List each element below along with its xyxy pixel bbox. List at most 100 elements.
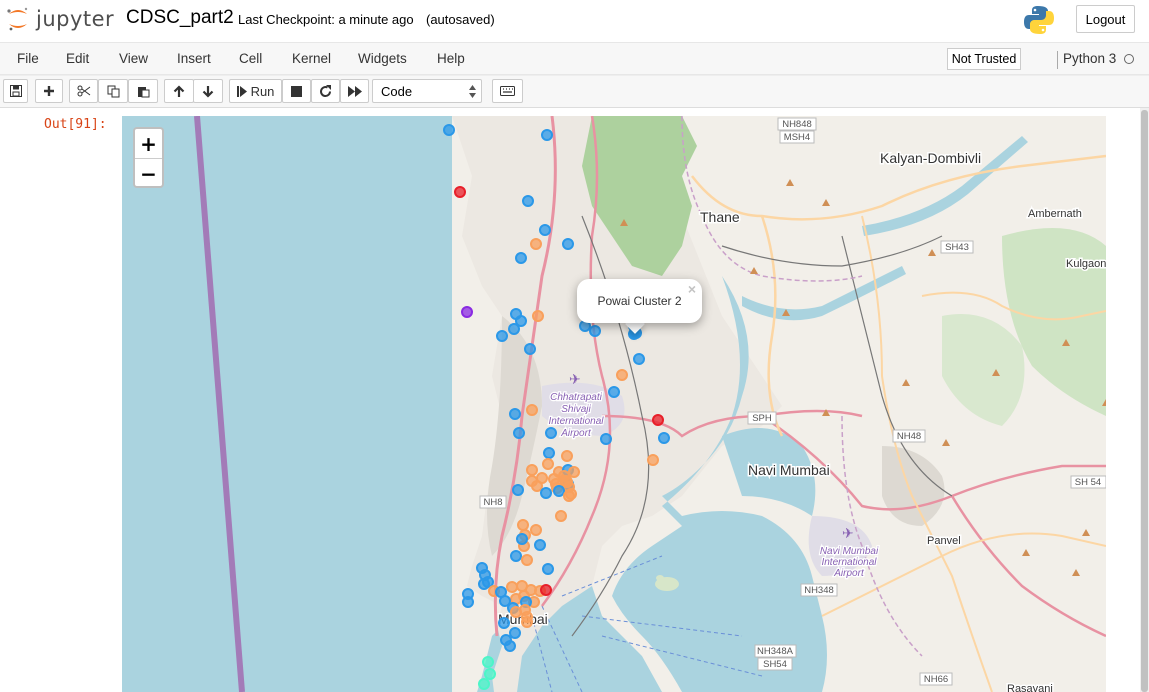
menu-widgets[interactable]: Widgets (358, 51, 407, 66)
notebook-name[interactable]: CDSC_part2 (126, 7, 234, 29)
command-palette-button[interactable] (492, 79, 523, 103)
cluster-marker[interactable] (478, 678, 490, 690)
menu-cell[interactable]: Cell (239, 51, 262, 66)
cluster-marker[interactable] (531, 480, 543, 492)
restart-icon (320, 84, 332, 97)
cluster-marker[interactable] (510, 550, 522, 562)
cluster-marker[interactable] (561, 450, 573, 462)
arrow-up-icon (173, 84, 185, 97)
cluster-marker[interactable] (515, 252, 527, 264)
cluster-marker[interactable] (600, 433, 612, 445)
cut-button[interactable] (69, 79, 98, 103)
kernel-separator (1057, 51, 1058, 69)
cluster-marker[interactable] (508, 323, 520, 335)
keyboard-icon (500, 86, 515, 96)
restart-run-all-button[interactable] (340, 79, 369, 103)
select-arrows-icon (469, 85, 476, 98)
run-button[interactable]: Run (229, 79, 282, 103)
cluster-marker[interactable] (558, 470, 570, 482)
menu-kernel[interactable]: Kernel (292, 51, 331, 66)
cluster-marker[interactable] (539, 224, 551, 236)
cluster-marker[interactable] (521, 554, 533, 566)
cluster-marker[interactable] (532, 310, 544, 322)
cluster-marker[interactable] (534, 539, 546, 551)
cluster-marker[interactable] (462, 588, 474, 600)
cluster-marker[interactable] (526, 404, 538, 416)
cluster-marker[interactable] (512, 484, 524, 496)
cluster-marker[interactable] (478, 578, 490, 590)
menu-help[interactable]: Help (437, 51, 465, 66)
cluster-marker[interactable] (506, 581, 518, 593)
zoom-in-button[interactable]: + (135, 129, 162, 158)
cluster-marker[interactable] (522, 195, 534, 207)
cluster-marker[interactable] (496, 330, 508, 342)
restart-button[interactable] (311, 79, 340, 103)
cluster-marker[interactable] (608, 386, 620, 398)
cluster-marker[interactable] (509, 408, 521, 420)
cluster-marker[interactable] (461, 306, 473, 318)
move-down-button[interactable] (193, 79, 223, 103)
cluster-marker[interactable] (513, 427, 525, 439)
cluster-marker[interactable] (484, 668, 496, 680)
cluster-marker[interactable] (553, 485, 565, 497)
copy-icon (107, 85, 119, 97)
cluster-marker[interactable] (509, 627, 521, 639)
menu-insert[interactable]: Insert (177, 51, 211, 66)
menubar: File Edit View Insert Cell Kernel Widget… (0, 42, 1149, 75)
cluster-marker[interactable] (530, 524, 542, 536)
cluster-marker[interactable] (517, 519, 529, 531)
cluster-marker[interactable] (443, 124, 455, 136)
cluster-marker[interactable] (652, 414, 664, 426)
zoom-out-button[interactable]: − (135, 158, 162, 186)
page-scrollbar-thumb[interactable] (1141, 110, 1148, 692)
cluster-marker[interactable] (504, 640, 516, 652)
toolbar: Run Code (0, 76, 1149, 108)
cluster-marker[interactable] (616, 369, 628, 381)
cluster-marker[interactable] (555, 510, 567, 522)
cluster-marker[interactable] (633, 353, 645, 365)
python-logo-icon (1024, 6, 1054, 34)
copy-button[interactable] (98, 79, 128, 103)
fast-forward-icon (347, 85, 362, 97)
logout-button[interactable]: Logout (1076, 5, 1135, 33)
cluster-marker[interactable] (540, 487, 552, 499)
not-trusted-button[interactable]: Not Trusted (947, 48, 1021, 70)
jupyter-logo[interactable]: jupyter (6, 6, 114, 32)
cluster-marker[interactable] (521, 616, 533, 628)
cluster-marker[interactable] (589, 325, 601, 337)
menu-file[interactable]: File (17, 51, 39, 66)
cluster-marker[interactable] (542, 458, 554, 470)
save-button[interactable] (3, 79, 28, 103)
cluster-marker[interactable] (568, 466, 580, 478)
cell-type-select[interactable]: Code (372, 79, 482, 103)
autosave-status: (autosaved) (426, 12, 495, 27)
cluster-marker[interactable] (516, 533, 528, 545)
cluster-marker[interactable] (454, 186, 466, 198)
cluster-marker[interactable] (530, 238, 542, 250)
cluster-marker[interactable] (545, 427, 557, 439)
popup-close-button[interactable]: × (688, 281, 696, 297)
interrupt-button[interactable] (282, 79, 311, 103)
cluster-marker[interactable] (482, 656, 494, 668)
cluster-marker[interactable] (647, 454, 659, 466)
cluster-marker[interactable] (542, 563, 554, 575)
zoom-control: + − (133, 127, 164, 188)
insert-cell-button[interactable] (35, 79, 63, 103)
cluster-marker[interactable] (526, 464, 538, 476)
cluster-marker[interactable] (658, 432, 670, 444)
cluster-marker[interactable] (541, 129, 553, 141)
paste-button[interactable] (128, 79, 158, 103)
move-up-button[interactable] (164, 79, 194, 103)
cluster-marker[interactable] (498, 617, 510, 629)
cluster-marker[interactable] (563, 490, 575, 502)
jupyter-logo-text: jupyter (36, 7, 115, 31)
menu-edit[interactable]: Edit (66, 51, 89, 66)
cluster-marker[interactable] (524, 343, 536, 355)
notebook-header: jupyter CDSC_part2 Last Checkpoint: a mi… (0, 0, 1149, 42)
stop-icon (291, 85, 302, 97)
cluster-marker[interactable] (540, 584, 552, 596)
cluster-marker[interactable] (562, 238, 574, 250)
cluster-marker[interactable] (543, 447, 555, 459)
folium-map[interactable]: NH848 MSH4 SH43 SPH NH48 SH 54 NH8 NH348… (122, 116, 1106, 692)
menu-view[interactable]: View (119, 51, 148, 66)
